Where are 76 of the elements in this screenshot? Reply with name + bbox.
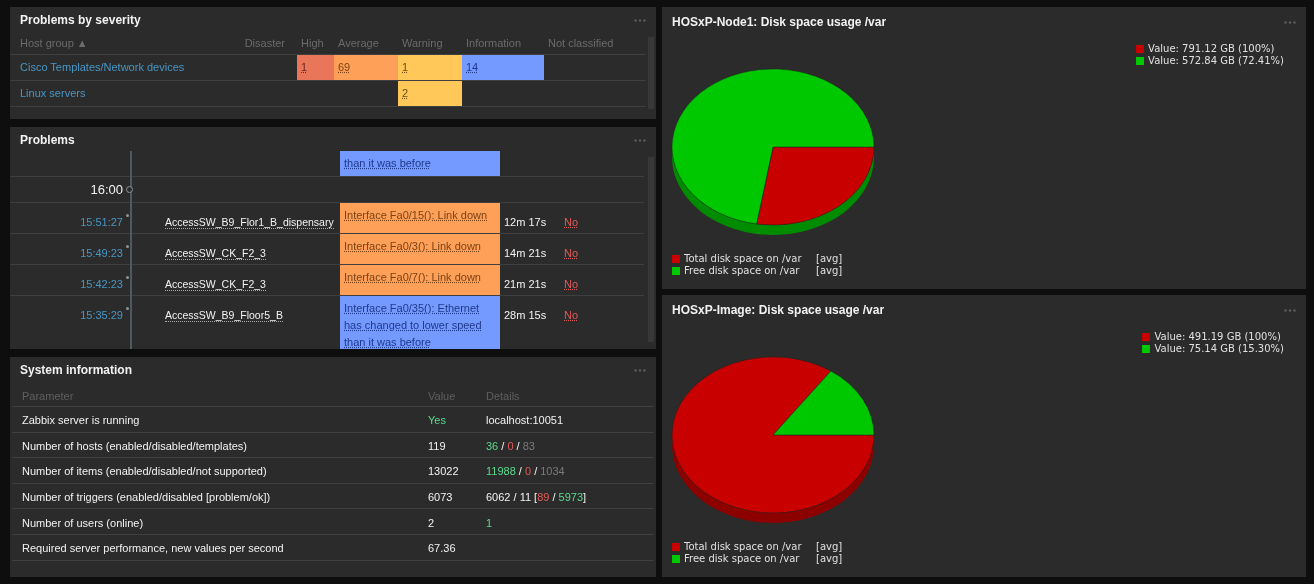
legend-value-text: Value: 75.14 GB (15.30%) [1154,343,1284,355]
event-time-link[interactable]: 15:49:23 [80,247,123,259]
more-options-icon[interactable] [634,368,646,372]
severity-count-cell[interactable]: 1 [297,55,334,80]
column-header: Disaster [244,37,285,50]
host-link[interactable]: AccessSW_CK_F2_3 [165,247,266,260]
legend-label: Total disk space on /var [684,253,803,265]
value-text: Yes [428,414,446,427]
ack-link[interactable]: No [564,216,579,228]
legend-function-text: [avg] [816,253,843,265]
host-link[interactable]: AccessSW_B9_Flor1_B_dispensary [165,216,334,229]
parameter-text: Zabbix server is running [22,414,140,427]
details-text: 6062 / 11 [89 / 5973] [486,491,587,504]
legend-label: Free disk space on /var [684,265,801,277]
details-text: 11988 / 0 / 1034 [486,465,565,478]
widget-title: Problems by severity [20,12,141,29]
legend-label: Total disk space on /var [684,541,803,553]
column-header: High [301,37,324,50]
legend-label: Free disk space on /var [684,553,801,565]
problem-description-cell[interactable]: Interface Fa0/35(): Ethernet has changed to lower speed than it was before [340,296,500,349]
host-group-link[interactable]: Linux servers [20,85,86,102]
value-text: 2 [428,516,435,529]
column-header: Average [338,37,379,50]
ack-link[interactable]: No [564,278,579,290]
legend-function-text: [avg] [816,553,843,565]
widget-title: Problems [20,132,75,149]
parameter-text: Required server performance, new values per second [22,542,284,555]
details-text: 36 / 0 / 83 [486,439,535,452]
column-header: Not classified [548,37,614,50]
event-time-link[interactable]: 15:42:23 [80,278,123,290]
legend-value-text: Value: 491.19 GB (100%) [1154,331,1281,343]
legend-function-text: [avg] [816,265,843,277]
value-text: 67.36 [428,542,456,555]
widget-title: HOSxP-Image: Disk space usage /var [672,302,885,319]
problem-description-cell[interactable]: than it was before [340,151,500,176]
column-header[interactable]: Host group ▲ [20,37,88,50]
more-options-icon[interactable] [634,138,646,142]
severity-count-cell[interactable]: 14 [462,55,544,80]
ack-link[interactable]: No [564,309,579,321]
value-text: 6073 [428,491,453,504]
parameter-text: Number of items (enabled/disabled/not supported) [22,465,267,478]
parameter-text: Number of users (online) [22,516,144,529]
problem-description-cell[interactable]: Interface Fa0/3(): Link down [340,234,500,264]
parameter-text: Number of hosts (enabled/disabled/templates) [22,439,247,452]
details-text: 1 [486,516,493,529]
legend-value-text: Value: 791.12 GB (100%) [1148,43,1275,55]
host-link[interactable]: AccessSW_CK_F2_3 [165,278,266,291]
severity-count-cell[interactable]: 2 [398,81,462,106]
value-text: 119 [428,439,446,452]
duration-text: 14m 21s [504,247,547,259]
problem-description-cell[interactable]: Interface Fa0/15(): Link down [340,203,500,233]
more-options-icon[interactable] [634,18,646,22]
severity-count-cell[interactable]: 69 [334,55,398,80]
host-group-link[interactable]: Cisco Templates/Network devices [20,59,185,76]
legend-function-text: [avg] [816,541,843,553]
column-header: Warning [402,37,443,50]
event-time-link[interactable]: 15:51:27 [80,216,123,228]
details-text: localhost:10051 [486,414,564,427]
host-link[interactable]: AccessSW_B9_Floor5_B [165,309,283,322]
problem-description-cell[interactable]: Interface Fa0/7(): Link down [340,265,500,295]
legend-value-text: Value: 572.84 GB (72.41%) [1148,55,1284,67]
duration-text: 28m 15s [504,309,547,321]
column-header: Information [466,37,522,50]
timeline-node-icon [126,186,133,193]
widget-title: HOSxP-Node1: Disk space usage /var [672,14,887,31]
hour-marker: 16:00 [89,180,123,199]
event-time-link[interactable]: 15:35:29 [80,309,123,321]
ack-link[interactable]: No [564,247,579,259]
more-options-icon[interactable] [1284,308,1296,312]
duration-text: 21m 21s [504,278,547,290]
more-options-icon[interactable] [1284,20,1296,24]
duration-text: 12m 17s [504,216,547,228]
severity-count-cell[interactable]: 1 [398,55,462,80]
widget-title: System information [20,362,133,379]
value-text: 13022 [428,465,459,478]
parameter-text: Number of triggers (enabled/disabled [problem/ok]) [22,491,271,504]
